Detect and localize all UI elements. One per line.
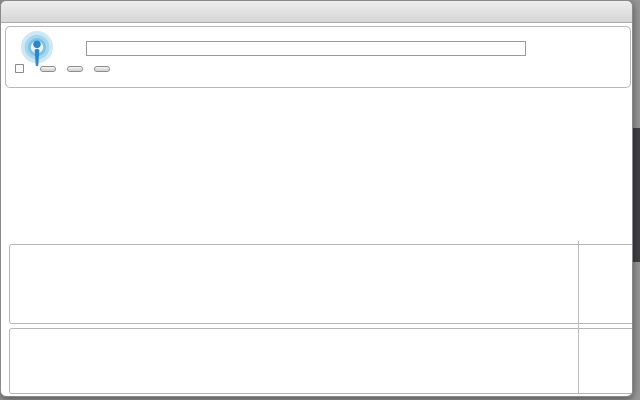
response-headers-panel [9,328,632,394]
clear-filter-button[interactable] [67,65,83,72]
request-headers-panel [9,244,632,324]
filter-input[interactable] [86,41,526,56]
apply-button[interactable] [40,65,56,72]
panel-border-line [578,241,579,394]
zoom-button[interactable] [46,6,57,17]
minimize-button[interactable] [28,6,39,17]
network-sniffer-window [0,0,633,397]
filter-panel [5,26,631,88]
clear-result-button[interactable] [94,65,110,72]
on-capture-checkbox[interactable] [15,64,24,73]
close-button[interactable] [10,6,21,17]
titlebar [1,1,632,23]
